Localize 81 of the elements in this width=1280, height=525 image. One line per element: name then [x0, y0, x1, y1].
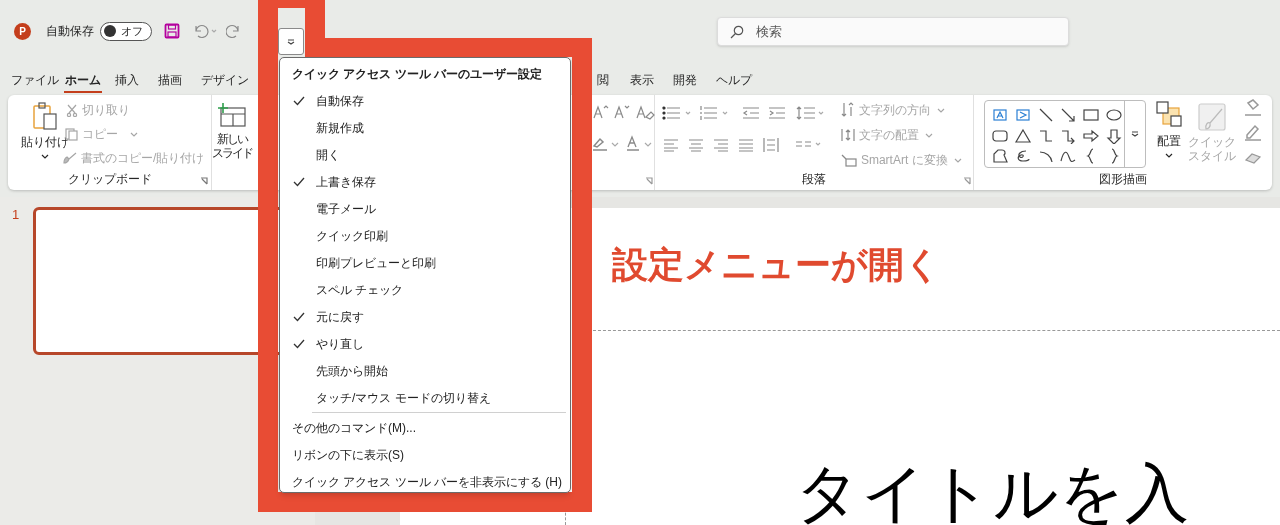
customize-toolbar-button[interactable] — [278, 28, 304, 55]
chevron-icon — [41, 154, 49, 159]
triangle-icon[interactable] — [1014, 127, 1033, 144]
decrease-indent-icon[interactable] — [741, 105, 760, 121]
app-logo: P — [14, 22, 31, 40]
ribbon-tab[interactable]: ヘルプ — [715, 71, 753, 91]
line-spacing-icon[interactable] — [795, 105, 826, 121]
align-left-icon[interactable] — [662, 138, 679, 152]
chevron-icon — [1165, 153, 1174, 158]
menu-item[interactable]: クイック印刷 — [280, 222, 570, 249]
menu-item[interactable]: 電子メール — [280, 195, 570, 222]
chevron-icon — [936, 107, 945, 113]
autosave-toggle[interactable]: オフ — [100, 21, 152, 41]
chevron-icon — [953, 157, 962, 163]
effects-icon[interactable] — [1244, 151, 1263, 165]
outline-icon[interactable] — [1244, 124, 1263, 142]
text-direction-icon — [840, 102, 855, 118]
ribbon-tab[interactable]: 開発 — [672, 71, 698, 91]
align-right-icon[interactable] — [712, 138, 729, 152]
ribbon-tab[interactable]: ホーム — [64, 71, 102, 93]
ribbon-tab[interactable]: ファイル — [10, 71, 60, 91]
align-center-icon[interactable] — [687, 138, 704, 152]
menu-item[interactable]: 開く — [280, 141, 570, 168]
group-label: 図形描画 — [1099, 171, 1148, 188]
chevron-icon — [924, 132, 933, 138]
brush-icon — [1198, 103, 1227, 131]
group-label: 段落 — [802, 171, 827, 188]
save-icon[interactable] — [164, 23, 180, 39]
justify-icon[interactable] — [737, 138, 754, 152]
fill-icon[interactable] — [1244, 99, 1263, 117]
autosave-label: 自動保存 — [46, 23, 94, 40]
launcher-icon[interactable] — [645, 177, 654, 185]
menu-title: クイック アクセス ツール バーのユーザー設定 — [292, 66, 542, 83]
menu-item[interactable]: その他のコマンド(M)... — [292, 418, 416, 437]
scissors-icon — [66, 103, 78, 117]
menu-item[interactable]: 上書き保存 — [280, 168, 570, 195]
menu-item[interactable]: やり直し — [280, 330, 570, 357]
rounded-rectangle-icon[interactable] — [991, 127, 1010, 144]
menu-item[interactable]: 元に戻す — [280, 303, 570, 330]
caret-icon — [1131, 131, 1139, 137]
numbering-icon[interactable] — [698, 105, 729, 121]
undo-icon[interactable] — [192, 23, 218, 39]
right-arrow-icon[interactable] — [1082, 127, 1101, 144]
smartart-icon — [840, 153, 857, 167]
brush-icon — [63, 152, 77, 164]
arrow-line-icon[interactable] — [1059, 107, 1078, 123]
caret-icon — [287, 38, 295, 45]
menu-item[interactable]: リボンの下に表示(S) — [292, 445, 404, 464]
ribbon-tab[interactable]: 描画 — [157, 71, 183, 91]
freeform-icon[interactable] — [991, 148, 1010, 165]
arrange-icon — [1155, 100, 1184, 130]
distributed-icon[interactable] — [762, 137, 779, 153]
menu-item[interactable]: 自動保存 — [280, 87, 570, 114]
launcher-icon[interactable] — [200, 177, 208, 185]
down-arrow-icon[interactable] — [1104, 127, 1123, 144]
ribbon-tab[interactable]: デザイン — [200, 71, 250, 91]
search-icon — [730, 24, 744, 39]
redo-icon[interactable] — [226, 23, 242, 39]
increase-indent-icon[interactable] — [767, 105, 786, 121]
menu-item[interactable]: スペル チェック — [280, 276, 570, 303]
menu-item[interactable]: 先頭から開始 — [280, 357, 570, 384]
annotation-text: 設定メニューが開く — [612, 243, 941, 287]
group-label: クリップボード — [67, 171, 152, 188]
chevron-icon — [130, 131, 138, 137]
ribbon-tab[interactable]: 挿入 — [114, 71, 140, 91]
clipboard-icon — [32, 101, 58, 131]
slide-layout-icon — [217, 103, 248, 127]
menu-item[interactable]: クイック アクセス ツール バーを非表示にする (H) — [292, 472, 562, 491]
align-text-icon — [840, 128, 855, 142]
new-slide-button[interactable]: 新しい スライド — [212, 103, 253, 160]
menu-item[interactable]: 印刷プレビューと印刷 — [280, 249, 570, 276]
menu-item[interactable]: 新規作成 — [280, 114, 570, 141]
ribbon-tab[interactable]: 閲 — [596, 71, 610, 91]
search-field[interactable]: 検索 — [717, 16, 1069, 46]
arrange-button[interactable]: 配置 — [1155, 100, 1184, 158]
menu-item[interactable]: タッチ/マウス モードの切り替え — [280, 384, 570, 411]
launcher-icon[interactable] — [962, 177, 971, 185]
ribbon-tab[interactable]: 表示 — [629, 71, 655, 91]
bullets-icon[interactable] — [661, 105, 692, 121]
oval-icon[interactable] — [1104, 107, 1123, 123]
slide-number: 1 — [12, 206, 20, 224]
